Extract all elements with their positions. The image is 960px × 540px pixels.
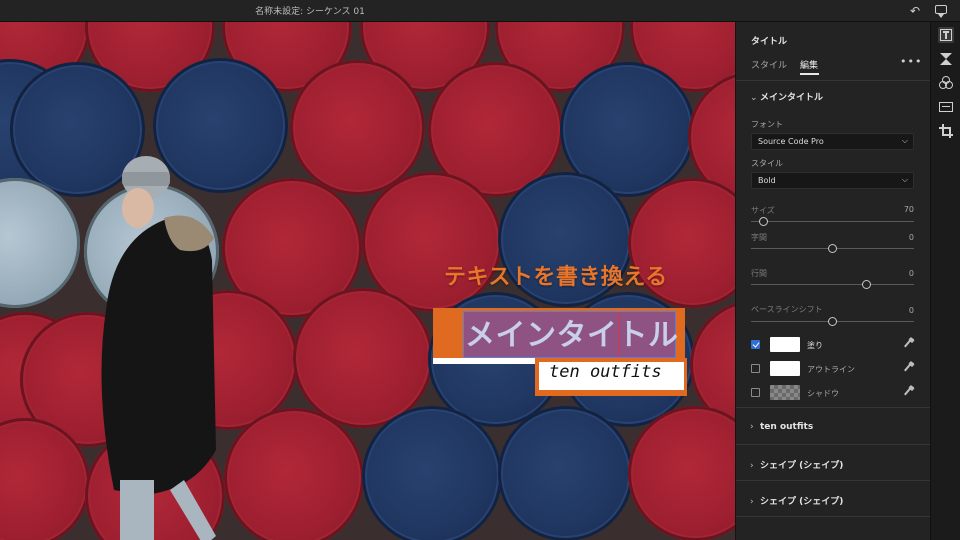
section-ten-outfits-label: ten outfits (760, 422, 814, 432)
chevron-down-icon: ⌵ (901, 175, 908, 184)
section-shape-2[interactable]: › シェイプ (シェイプ) (750, 494, 843, 507)
shadow-checkbox[interactable] (751, 388, 760, 397)
chevron-right-icon: › (750, 461, 754, 471)
tracking-label: 字間 (751, 233, 767, 242)
fill-color-swatch[interactable] (770, 337, 800, 352)
baseline-value[interactable]: 0 (886, 306, 914, 315)
undo-icon[interactable]: ↶ (906, 3, 924, 19)
style-label: スタイル (751, 159, 783, 168)
chevron-right-icon: › (750, 422, 754, 432)
outline-checkbox[interactable] (751, 364, 760, 373)
divider (736, 407, 931, 408)
divider (736, 480, 931, 481)
tracking-slider[interactable] (751, 244, 914, 254)
color-icon[interactable] (938, 75, 954, 91)
transitions-icon[interactable] (938, 51, 954, 67)
outline-color-swatch[interactable] (770, 361, 800, 376)
section-main-title-label: メインタイトル (760, 93, 824, 103)
essential-graphics-icon[interactable] (938, 27, 954, 43)
crop-icon[interactable] (938, 123, 954, 139)
main-title-text[interactable]: メインタイトル (465, 310, 679, 354)
subtitle-graphic[interactable]: ten outfits (535, 358, 687, 396)
chevron-right-icon: › (750, 497, 754, 507)
leading-slider-knob[interactable] (862, 280, 871, 289)
section-ten-outfits[interactable]: › ten outfits (750, 422, 813, 432)
tab-style[interactable]: スタイル (751, 58, 787, 71)
walking-person-image (101, 156, 216, 540)
fill-checkbox[interactable] (751, 340, 760, 349)
size-label: サイズ (751, 206, 775, 215)
font-value: Source Code Pro (758, 137, 824, 146)
tracking-slider-knob[interactable] (828, 244, 837, 253)
panel-title: タイトル (751, 37, 788, 47)
eyedropper-icon[interactable] (902, 336, 915, 350)
section-main-title[interactable]: ⌄ メインタイトル (750, 90, 823, 103)
headline-text[interactable]: テキストを書き換える (444, 259, 668, 291)
leading-slider[interactable] (751, 280, 914, 290)
fill-label: 塗り (807, 341, 823, 350)
baseline-slider[interactable] (751, 317, 914, 327)
leading-value[interactable]: 0 (886, 269, 914, 278)
size-slider[interactable] (751, 217, 914, 227)
more-options-icon[interactable]: ••• (900, 55, 922, 68)
outline-label: アウトライン (807, 365, 855, 374)
video-preview[interactable]: テキストを書き換える メインタイトル ten outfits (0, 22, 735, 540)
active-tab-indicator (800, 73, 819, 75)
eyedropper-icon[interactable] (902, 360, 915, 374)
baseline-label: ベースラインシフト (751, 305, 823, 314)
divider (736, 80, 931, 81)
size-slider-knob[interactable] (759, 217, 768, 226)
size-value[interactable]: 70 (886, 205, 914, 214)
sequence-title: 名称未設定: シーケンス 01 (255, 7, 365, 17)
audio-icon[interactable] (938, 99, 954, 115)
divider (736, 516, 931, 517)
subtitle-text[interactable]: ten outfits (549, 362, 662, 382)
font-select[interactable]: Source Code Pro ⌵ (751, 133, 914, 150)
section-shape-2-label: シェイプ (シェイプ) (760, 497, 844, 507)
top-bar: 名称未設定: シーケンス 01 ↶ (0, 0, 960, 22)
essential-graphics-panel: タイトル スタイル 編集 ••• ⌄ メインタイトル フォント Source Co… (735, 22, 931, 540)
chevron-down-icon: ⌵ (901, 136, 908, 145)
shadow-label: シャドウ (807, 389, 839, 398)
leading-label: 行間 (751, 269, 767, 278)
style-value: Bold (758, 176, 776, 185)
font-label: フォント (751, 120, 783, 129)
chevron-down-icon: ⌄ (750, 93, 758, 103)
baseline-slider-knob[interactable] (828, 317, 837, 326)
shadow-color-swatch[interactable] (770, 385, 800, 400)
divider (736, 444, 931, 445)
style-select[interactable]: Bold ⌵ (751, 172, 914, 189)
chat-bubble-icon[interactable] (932, 3, 950, 19)
section-shape-1[interactable]: › シェイプ (シェイプ) (750, 458, 843, 471)
tab-edit[interactable]: 編集 (800, 58, 818, 71)
tool-strip (930, 22, 960, 540)
section-shape-1-label: シェイプ (シェイプ) (760, 461, 844, 471)
eyedropper-icon[interactable] (902, 384, 915, 398)
tracking-value[interactable]: 0 (886, 233, 914, 242)
